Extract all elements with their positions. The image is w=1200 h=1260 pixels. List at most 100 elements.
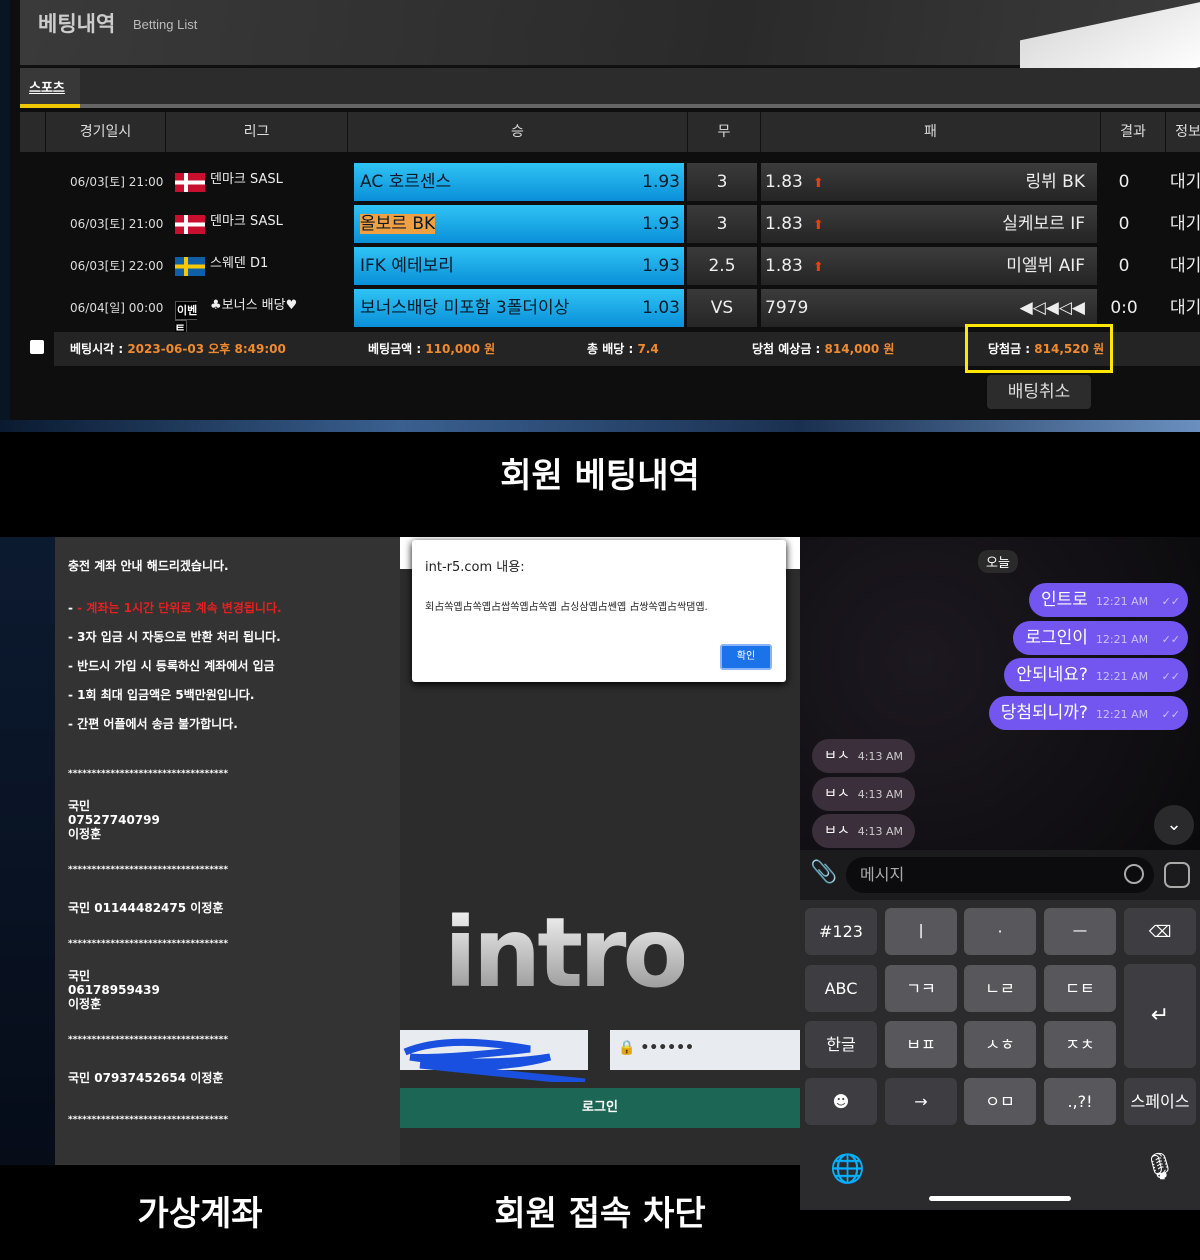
away-bet-button[interactable]: 1.83 ⬆ 미엘뷔 AIF (761, 247, 1097, 285)
draw-bet-button[interactable]: 2.5 (687, 247, 757, 285)
camera-icon[interactable] (1164, 862, 1190, 888)
intro-logo: intro (444, 897, 688, 1009)
cancel-bet-button[interactable]: 배팅취소 (987, 375, 1091, 409)
account-entry: 국민 01144482475 이정훈 (68, 901, 224, 915)
match-result: 0 (1118, 172, 1130, 192)
rule-line: - 3자 입금 시 자동으로 반환 처리 됩니다. (68, 630, 281, 644)
column-header: 승 (347, 112, 687, 152)
key[interactable]: ㅡ (1044, 908, 1116, 955)
password-input[interactable]: 🔒 •••••• (610, 1030, 800, 1070)
redaction-scribble (403, 1038, 586, 1082)
sent-message: 인트로 12:21 AM ✓✓ (1029, 583, 1188, 617)
received-message: ㅂㅅ 4:13 AM (812, 776, 915, 811)
bet-amount: 베팅금액 : 110,000 원 (368, 342, 496, 356)
bet-time: 베팅시각 : 2023-06-03 오후 8:49:00 (70, 342, 286, 356)
away-bet-button[interactable]: 1.83 ⬆ 링뷔 BK (761, 163, 1097, 201)
match-result: 0 (1118, 256, 1130, 276)
received-message: ㅂㅅ 4:13 AM (812, 814, 915, 848)
account-intro: 충전 계좌 안내 해드리겠습니다. (68, 559, 229, 573)
paperclip-icon[interactable]: 📎 (810, 860, 837, 885)
rule-line: - 1회 최대 입금액은 5백만원입니다. (68, 688, 255, 702)
home-bet-button[interactable]: 보너스배당 미포함 3폴더이상 1.03 (354, 289, 684, 327)
sticker-icon[interactable] (1124, 864, 1144, 884)
key[interactable]: ㅅㅎ (964, 1021, 1036, 1068)
key[interactable]: · (964, 908, 1036, 955)
separator: ********************************** (68, 939, 229, 949)
key[interactable]: ㄷㅌ (1044, 964, 1116, 1012)
sent-message: 안되네요? 12:21 AM ✓✓ (1004, 658, 1188, 692)
away-bet-button[interactable]: 1.83 ⬆ 실케보르 IF (761, 205, 1097, 243)
home-bet-button[interactable]: 올보르 BK 1.93 (354, 205, 684, 243)
match-status: 대기 (1170, 298, 1200, 318)
table-row: 06/03[토] 21:00 덴마크 SASL AC 호르센스 1.93 3 1.… (10, 163, 1200, 201)
page-title: 베팅내역 (38, 12, 116, 36)
away-bet-button[interactable]: 7979 ◀◁◀◁◀ (761, 289, 1097, 327)
key[interactable]: → (885, 1077, 957, 1125)
home-bet-button[interactable]: AC 호르센스 1.93 (354, 163, 684, 201)
key[interactable]: ㄴㄹ (964, 964, 1036, 1012)
header: 베팅내역 Betting List (20, 0, 1200, 106)
message-input[interactable]: 메시지 (846, 857, 1154, 893)
background-strip (0, 537, 55, 1165)
draw-bet-button[interactable]: 3 (687, 205, 757, 243)
caption-block: 회원 접속 차단 (494, 1194, 706, 1234)
column-header: 정보 (1165, 112, 1200, 152)
login-button[interactable]: 로그인 (400, 1088, 800, 1128)
match-date: 06/04[일] 00:00 (70, 301, 164, 315)
sweden-flag-icon (175, 257, 205, 276)
tab-sports[interactable]: 스포츠 (20, 68, 80, 108)
table-header: 경기일시 리그 승 무 패 결과 정보 (20, 112, 1200, 152)
double-check-icon: ✓✓ (1161, 632, 1180, 646)
key[interactable]: ㅇㅁ (964, 1077, 1036, 1125)
arrow-up-icon: ⬆ (812, 260, 824, 275)
chevron-down-icon[interactable]: ⌄ (1154, 805, 1194, 845)
rule-line: - 반드시 가입 시 등록하신 계좌에서 입금 (68, 659, 275, 673)
key[interactable]: ㅈㅊ (1044, 1021, 1116, 1068)
key[interactable]: ㅣ (885, 908, 957, 955)
double-check-icon: ✓✓ (1161, 670, 1180, 683)
key[interactable]: ㄱㅋ (885, 964, 957, 1012)
key[interactable]: 한글 (805, 1021, 877, 1068)
table-row: 06/04[일] 00:00 이벤트 ♣보너스 배당♥ 보너스배당 미포함 3폴… (10, 289, 1200, 339)
league-name: 덴마크 SASL (210, 214, 283, 229)
total-odds: 총 배당 : 7.4 (587, 342, 659, 356)
key[interactable]: .,?! (1044, 1077, 1116, 1125)
sent-message: 당첨되니까? 12:21 AM ✓✓ (988, 695, 1188, 730)
key[interactable]: ☻ (805, 1077, 877, 1125)
draw-bet-button[interactable]: VS (687, 289, 757, 327)
column-header: 결과 (1100, 112, 1165, 152)
key[interactable]: ABC (805, 964, 877, 1012)
double-check-icon: ✓✓ (1161, 707, 1180, 721)
virtual-account-notice: 충전 계좌 안내 해드리겠습니다. - - 계좌는 1시간 단위로 계속 변경됩니… (55, 537, 400, 1165)
highlight-box (965, 324, 1113, 373)
rule-line: - 간편 어플에서 송금 불가합니다. (68, 717, 238, 731)
double-check-icon: ✓✓ (1161, 595, 1180, 608)
red-notice: - 계좌는 1시간 단위로 계속 변경됩니다. (77, 601, 282, 615)
betting-list-panel: 베팅내역 Betting List 스포츠 경기일시 리그 승 무 패 결과 정보 06/0… (0, 0, 1200, 430)
table-row: 06/03[토] 21:00 덴마크 SASL 올보르 BK 1.93 3 1.8… (10, 205, 1200, 243)
denmark-flag-icon (175, 215, 205, 234)
globe-icon[interactable]: 🌐 (830, 1152, 865, 1185)
tab-bar: 스포츠 (20, 68, 1200, 108)
messenger-screen: 오늘 인트로 12:21 AM ✓✓ 로그인이 12:21 AM ✓✓ 안되네요? 12:… (800, 537, 1200, 1210)
column-header: 패 (760, 112, 1100, 152)
arrow-up-icon: ⬆ (812, 218, 824, 233)
ok-button[interactable]: 확인 (720, 644, 772, 670)
key[interactable]: ㅂㅍ (885, 1021, 957, 1068)
date-pill: 오늘 (978, 550, 1018, 573)
key[interactable]: #123 (805, 908, 877, 955)
match-result: 0:0 (1110, 298, 1138, 318)
key[interactable]: ⌫ (1124, 908, 1196, 955)
key[interactable]: 스페이스 (1124, 1077, 1196, 1125)
column-header: 경기일시 (45, 112, 165, 152)
home-bet-button[interactable]: IFK 예테보리 1.93 (354, 247, 684, 285)
league-name: 스웨덴 D1 (210, 256, 269, 271)
draw-bet-button[interactable]: 3 (687, 163, 757, 201)
enter-key[interactable]: ↵ (1124, 964, 1196, 1068)
divider-glow (0, 420, 1200, 432)
select-checkbox[interactable] (30, 340, 44, 354)
microphone-icon[interactable]: 🎙 (1143, 1152, 1176, 1182)
arrow-up-icon: ⬆ (812, 176, 824, 191)
match-date: 06/03[토] 21:00 (70, 175, 164, 189)
table-row: 06/03[토] 22:00 스웨덴 D1 IFK 예테보리 1.93 2.5 1… (10, 247, 1200, 285)
